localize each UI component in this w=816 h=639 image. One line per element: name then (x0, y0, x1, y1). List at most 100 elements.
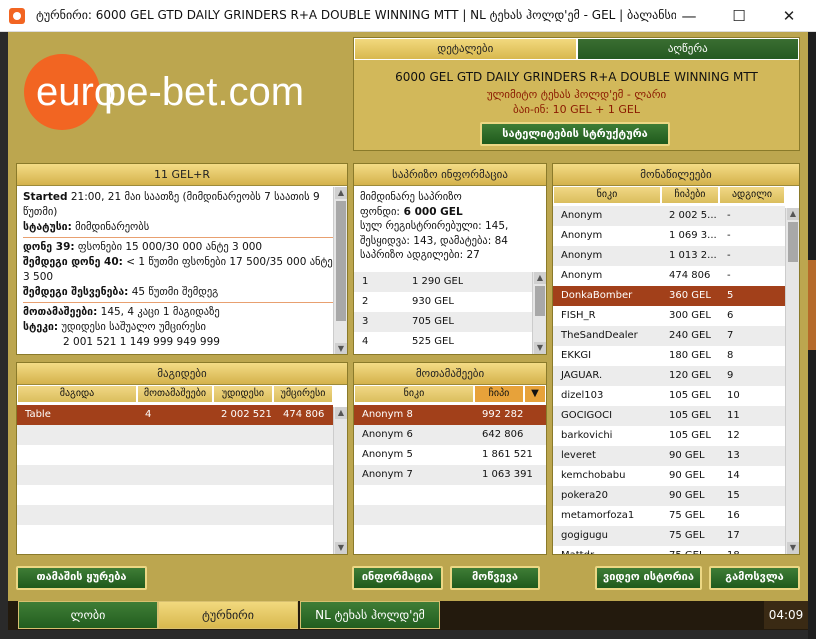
scroll-thumb[interactable] (788, 222, 798, 262)
cell-nick: DonkaBomber (561, 290, 633, 301)
table-row[interactable]: Anonym 1 013 2... - (553, 246, 785, 266)
tab-tournament[interactable]: ტურნირი (158, 601, 298, 629)
next-break-value: 45 წუთმი შემდეგ (128, 286, 219, 298)
list-item: 11 290 GEL (354, 272, 532, 292)
satellite-structure-button[interactable]: სატელიტების სტრუქტურა (480, 122, 670, 146)
table-row[interactable]: pokera20 90 GEL 15 (553, 486, 785, 506)
current-prize-label: მიმდინარე საპრიზო (360, 191, 462, 203)
table-row[interactable]: Mattdr75 GEL18 (553, 546, 785, 554)
sort-down-icon[interactable]: ▼ (524, 385, 546, 403)
scroll-down-arrow-icon[interactable]: ▼ (335, 542, 347, 554)
cell-chips: 180 GEL (669, 350, 711, 361)
tournament-info-scrollbar[interactable]: ▲ ▼ (333, 187, 347, 354)
column-chips[interactable]: ჩიპები (661, 186, 719, 204)
cell-nick: Anonym (561, 230, 603, 241)
clock: 04:09 (764, 601, 808, 629)
column-smallest[interactable]: უმცირესი (273, 385, 333, 403)
tab-game[interactable]: NL ტეხას ჰოლდ'ემ (300, 601, 440, 629)
column-chips[interactable]: ჩიპი (474, 385, 524, 403)
minimize-button[interactable]: — (666, 0, 712, 32)
column-table[interactable]: მაგიდა (17, 385, 137, 403)
scroll-down-arrow-icon[interactable]: ▼ (335, 343, 347, 354)
table-row[interactable]: DonkaBomber 360 GEL 5 (553, 286, 785, 306)
bottom-tab-bar: ლობი ტურნირი NL ტეხას ჰოლდ'ემ 04:09 (8, 601, 808, 630)
list-item-empty (354, 485, 546, 505)
tables-scrollbar[interactable]: ▲ ▼ (333, 407, 347, 554)
table-row[interactable]: JAGUAR. 120 GEL 9 (553, 366, 785, 386)
exit-button[interactable]: გამოსვლა (709, 566, 800, 590)
info-button[interactable]: ინფორმაცია (352, 566, 443, 590)
table-row[interactable]: TheSandDealer 240 GEL 7 (553, 326, 785, 346)
video-history-button[interactable]: ვიდეო ისტორია (595, 566, 702, 590)
cell-nick: Mattdr (553, 546, 661, 554)
cell-place: 9 (727, 370, 734, 381)
list-item[interactable]: Anonym 6 642 806 (354, 425, 546, 445)
table-row[interactable]: FISH_R 300 GEL 6 (553, 306, 785, 326)
table-row[interactable]: Table 4 2 002 521 474 806 (17, 405, 333, 425)
level-label: დონე 39: (23, 241, 75, 253)
table-row[interactable]: Anonym 2 002 5... - (553, 206, 785, 226)
app-icon (9, 8, 25, 24)
tournament-info-panel: 11 GEL+R Started 21:00, 21 მაი საათზე (მ… (16, 163, 348, 355)
cell-nick: TheSandDealer (561, 330, 638, 341)
column-players[interactable]: მოთამაშეები (137, 385, 213, 403)
cell-chips: 105 GEL (669, 390, 711, 401)
list-item[interactable]: Anonym 51 861 521 (354, 445, 546, 465)
window-frame-bottom (0, 630, 808, 639)
scroll-up-arrow-icon[interactable]: ▲ (335, 407, 347, 419)
list-item[interactable]: Anonym 71 063 391 (354, 465, 546, 485)
status-value: მიმდინარეობს (71, 221, 150, 233)
scroll-down-arrow-icon[interactable]: ▼ (534, 342, 546, 354)
table-row[interactable]: dizel103 105 GEL 10 (553, 386, 785, 406)
cell-nick: JAGUAR. (561, 370, 603, 381)
invite-button[interactable]: მოწვევა (450, 566, 540, 590)
tournament-title: 6000 GEL GTD DAILY GRINDERS R+A DOUBLE W… (395, 70, 758, 84)
cell-place: 10 (727, 390, 740, 401)
close-button[interactable]: ✕ (766, 0, 812, 32)
participants-scrollbar[interactable]: ▲ ▼ (785, 208, 799, 554)
prize-list-scrollbar[interactable]: ▲ ▼ (532, 272, 546, 354)
cell-chips: 75 GEL (669, 530, 705, 541)
players-column-headers: ნიკი ჩიპი ▼ (354, 385, 546, 403)
logo-text-rest: pe-bet.com (104, 70, 305, 114)
table-row-empty (17, 505, 333, 525)
scroll-up-arrow-icon[interactable]: ▲ (335, 187, 347, 199)
column-nick[interactable]: ნიკი (553, 186, 661, 204)
table-row-empty (17, 525, 333, 545)
table-row[interactable]: EKKGI 180 GEL 8 (553, 346, 785, 366)
stack-label: სტეკი: (23, 321, 59, 333)
table-row[interactable]: kemchobabu 90 GEL 14 (553, 466, 785, 486)
players-value: 145, 4 კაცი 1 მაგიდაზე (97, 306, 220, 318)
list-item[interactable]: Anonym 8 992 282 (354, 405, 546, 425)
column-largest[interactable]: უდიდესი (213, 385, 273, 403)
cell-nick: Anonym (561, 270, 603, 281)
column-nick[interactable]: ნიკი (354, 385, 474, 403)
scroll-up-arrow-icon[interactable]: ▲ (534, 272, 546, 284)
prize-fund-label: ფონდი: (360, 205, 400, 218)
table-row[interactable]: leveret 90 GEL 13 (553, 446, 785, 466)
tables-column-headers: მაგიდა მოთამაშეები უდიდესი უმცირესი (17, 385, 333, 403)
maximize-button[interactable]: ☐ (716, 0, 762, 32)
participants-panel: მონაწილეები ნიკი ჩიპები ადგილი Anonym 2 0… (552, 163, 800, 555)
table-row[interactable]: barkovichi 105 GEL 12 (553, 426, 785, 446)
tab-description[interactable]: აღწერა (576, 38, 799, 60)
tab-lobby[interactable]: ლობი (18, 601, 158, 629)
watch-game-button[interactable]: თამაშის ყურება (16, 566, 147, 590)
table-row[interactable]: metamorfoza1 75 GEL 16 (553, 506, 785, 526)
column-place[interactable]: ადგილი (719, 186, 785, 204)
scroll-thumb[interactable] (336, 201, 346, 321)
tab-details[interactable]: დეტალები (354, 38, 577, 60)
cell-place: 8 (727, 350, 734, 361)
cell-chips: 90 GEL (669, 490, 705, 501)
table-row[interactable]: GOCIGOCI 105 GEL 11 (553, 406, 785, 426)
scroll-down-arrow-icon[interactable]: ▼ (787, 542, 799, 554)
table-row[interactable]: gogigugu 75 GEL 17 (553, 526, 785, 546)
table-row[interactable]: Anonym 1 069 3... - (553, 226, 785, 246)
cell-chips: 105 GEL (669, 410, 711, 421)
cell-place: 5 (727, 290, 734, 301)
scroll-up-arrow-icon[interactable]: ▲ (787, 208, 799, 220)
players-header: მოთამაშეები (354, 363, 546, 385)
table-row-empty (17, 465, 333, 485)
scroll-thumb[interactable] (535, 286, 545, 316)
table-row[interactable]: Anonym 474 806 - (553, 266, 785, 286)
